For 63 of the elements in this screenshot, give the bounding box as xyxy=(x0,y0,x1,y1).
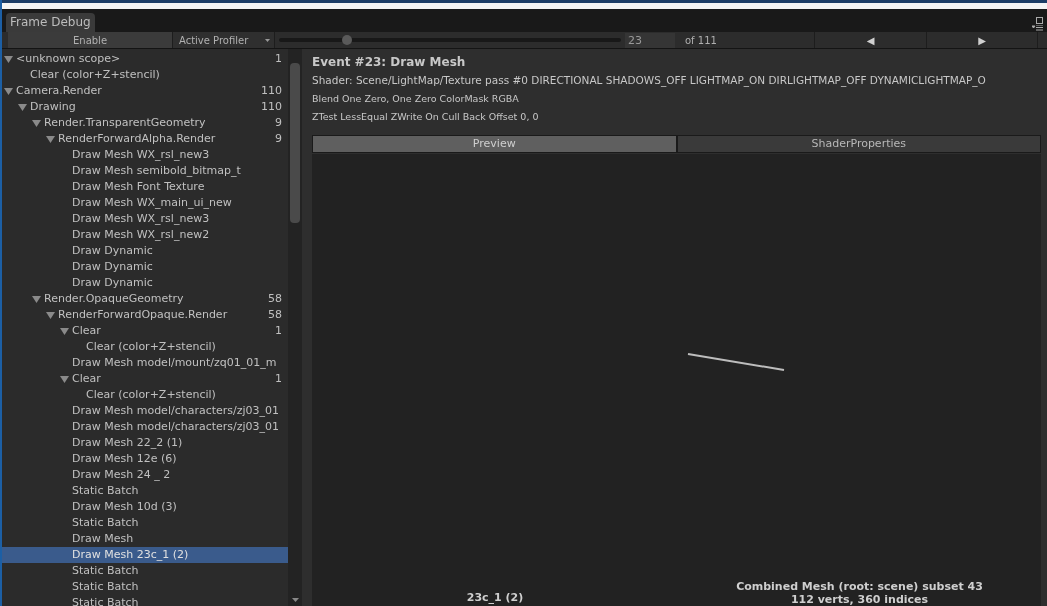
tree-row[interactable]: Draw Dynamic xyxy=(2,243,288,259)
event-title: Event #23: Draw Mesh xyxy=(312,54,467,71)
tree-row[interactable]: Static Batch xyxy=(2,595,288,606)
tree-row[interactable]: Draw Mesh model/characters/zj03_01 xyxy=(2,419,288,435)
expand-arrow-icon[interactable] xyxy=(46,311,55,319)
preview-tab[interactable]: Preview xyxy=(312,135,677,153)
tree-row[interactable]: Draw Mesh xyxy=(2,531,288,547)
expand-arrow-icon[interactable] xyxy=(60,375,69,383)
tree-row[interactable]: Static Batch xyxy=(2,579,288,595)
tree-row[interactable]: Draw Mesh Font Texture xyxy=(2,179,288,195)
tree-row[interactable]: Static Batch xyxy=(2,515,288,531)
tree-row[interactable]: Draw Mesh 10d (3) xyxy=(2,499,288,515)
tree-row[interactable]: Clear (color+Z+stencil) xyxy=(2,339,288,355)
scrollbar-thumb[interactable] xyxy=(290,63,300,223)
tree-row[interactable]: Drawing 110 xyxy=(2,99,288,115)
preview-tab[interactable]: ShaderProperties xyxy=(676,135,1041,153)
tree-row[interactable]: Draw Mesh 22_2 (1) xyxy=(2,435,288,451)
tree-row[interactable]: Draw Dynamic xyxy=(2,275,288,291)
mesh-stats: 112 verts, 360 indices xyxy=(790,593,929,606)
tree-row[interactable]: Draw Mesh 24 _ 2 xyxy=(2,467,288,483)
tree-row[interactable]: RenderForwardOpaque.Render 58 xyxy=(2,307,288,323)
tree-row[interactable]: Draw Mesh WX_rsl_new3 xyxy=(2,211,288,227)
tree-row[interactable]: Clear 1 xyxy=(2,371,288,387)
tree-row[interactable]: Static Batch xyxy=(2,563,288,579)
tree-row[interactable]: <unknown scope> 1 xyxy=(2,51,288,67)
expand-arrow-icon[interactable] xyxy=(4,87,13,95)
blend-line: Blend One Zero, One Zero ColorMask RGBA xyxy=(312,92,520,106)
ztest-line: ZTest LessEqual ZWrite On Cull Back Offset 0, 0 xyxy=(312,110,540,124)
mesh-name: 23c_1 (2) xyxy=(465,589,525,606)
tree-row[interactable]: Draw Mesh WX_rsl_new3 xyxy=(2,147,288,163)
tree-row[interactable]: Draw Mesh model/characters/zj03_01 xyxy=(2,403,288,419)
enable-button[interactable]: Enable xyxy=(8,32,173,48)
maximize-icon[interactable] xyxy=(1036,17,1043,24)
tree-row[interactable]: Draw Mesh WX_main_ui_new xyxy=(2,195,288,211)
tree-row[interactable]: Render.TransparentGeometry 9 xyxy=(2,115,288,131)
tree-row[interactable]: Clear (color+Z+stencil) xyxy=(2,387,288,403)
next-button[interactable]: ▶ xyxy=(926,32,1038,48)
expand-arrow-icon[interactable] xyxy=(4,55,13,63)
tree-row[interactable]: Draw Dynamic xyxy=(2,259,288,275)
tree-row[interactable]: Draw Mesh WX_rsl_new2 xyxy=(2,227,288,243)
tree-row[interactable]: Draw Mesh 23c_1 (2) xyxy=(2,547,288,563)
tree-row[interactable]: Clear (color+Z+stencil) xyxy=(2,67,288,83)
shader-line: Shader: Scene/LightMap/Texture pass #0 DIRECTIONAL SHADOWS_OFF LIGHTMAP_ON DIRLIGHTMAP_OFF DYNAMICLIGHTMAP_O xyxy=(312,73,987,89)
tree-row[interactable]: Render.OpaqueGeometry 58 xyxy=(2,291,288,307)
event-total: of 111 xyxy=(685,33,718,48)
expand-arrow-icon[interactable] xyxy=(18,103,27,111)
frame-debug-tab[interactable]: Frame Debug xyxy=(6,13,95,32)
mesh-info: Combined Mesh (root: scene) subset 43 xyxy=(736,580,983,593)
tree-row[interactable]: RenderForwardAlpha.Render 9 xyxy=(2,131,288,147)
tree-row[interactable]: Draw Mesh semibold_bitmap_t xyxy=(2,163,288,179)
expand-arrow-icon[interactable] xyxy=(32,295,41,303)
expand-arrow-icon[interactable] xyxy=(46,135,55,143)
menu-icon[interactable] xyxy=(1032,25,1043,31)
tree-row[interactable]: Static Batch xyxy=(2,483,288,499)
tree-row[interactable]: Draw Mesh model/mount/zq01_01_m xyxy=(2,355,288,371)
dropdown-arrow-icon xyxy=(265,38,270,42)
expand-arrow-icon[interactable] xyxy=(32,119,41,127)
scroll-down-icon[interactable] xyxy=(291,598,299,602)
expand-arrow-icon[interactable] xyxy=(60,327,69,335)
tree-row[interactable]: Draw Mesh 12e (6) xyxy=(2,451,288,467)
event-index-field[interactable]: 23 xyxy=(625,32,675,48)
tree-row[interactable]: Camera.Render 110 xyxy=(2,83,288,99)
tree-row[interactable]: Clear 1 xyxy=(2,323,288,339)
